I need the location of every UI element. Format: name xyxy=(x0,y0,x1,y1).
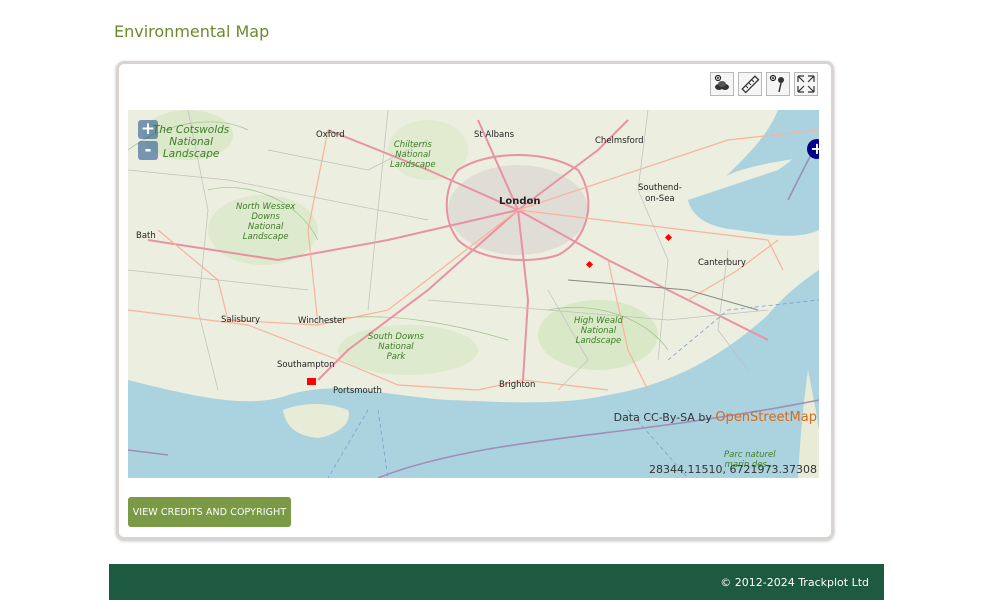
map-attribution: Data CC-By-SA by OpenStreetMap xyxy=(614,410,817,425)
attribution-text: Data CC-By-SA by xyxy=(613,411,712,424)
place-london: London xyxy=(499,196,541,207)
place-chelmsford: Chelmsford xyxy=(595,136,644,146)
ruler-icon[interactable] xyxy=(738,72,762,96)
place-southend: Southend- on-Sea xyxy=(638,183,682,204)
map-marker[interactable] xyxy=(307,378,316,385)
place-southampton: Southampton xyxy=(277,360,335,370)
pin-eye-icon[interactable] xyxy=(766,72,790,96)
place-brighton: Brighton xyxy=(499,380,536,390)
view-credits-button[interactable]: VIEW CREDITS AND COPYRIGHT xyxy=(128,497,291,527)
map-toolbar xyxy=(710,72,818,96)
park-north-wessex: North Wessex Downs National Landscape xyxy=(236,202,296,242)
place-bath: Bath xyxy=(136,231,156,241)
place-portsmouth: Portsmouth xyxy=(333,386,382,396)
park-high-weald: High Weald National Landscape xyxy=(574,316,623,346)
park-south-downs: South Downs National Park xyxy=(368,332,424,362)
place-salisbury: Salisbury xyxy=(221,315,261,325)
place-st-albans: St Albans xyxy=(474,130,515,140)
mouse-coordinates: 28344.11510, 6721973.37308 xyxy=(649,463,817,476)
footer-copyright: © 2012-2024 Trackplot Ltd xyxy=(720,576,869,589)
openstreetmap-link[interactable]: OpenStreetMap xyxy=(715,410,817,425)
place-winchester: Winchester xyxy=(298,316,346,326)
park-chilterns: Chilterns National Landscape xyxy=(390,140,436,170)
place-canterbury: Canterbury xyxy=(698,258,746,268)
place-oxford: Oxford xyxy=(316,130,345,140)
layers-eye-icon[interactable] xyxy=(710,72,734,96)
park-cotswolds: The Cotswolds National Landscape xyxy=(153,124,230,160)
footer: © 2012-2024 Trackplot Ltd xyxy=(109,564,884,600)
page-title: Environmental Map xyxy=(114,22,270,41)
map-viewport[interactable]: + - + Oxford St Albans Chelmsford Southe… xyxy=(128,110,819,478)
fullscreen-icon[interactable] xyxy=(794,72,818,96)
